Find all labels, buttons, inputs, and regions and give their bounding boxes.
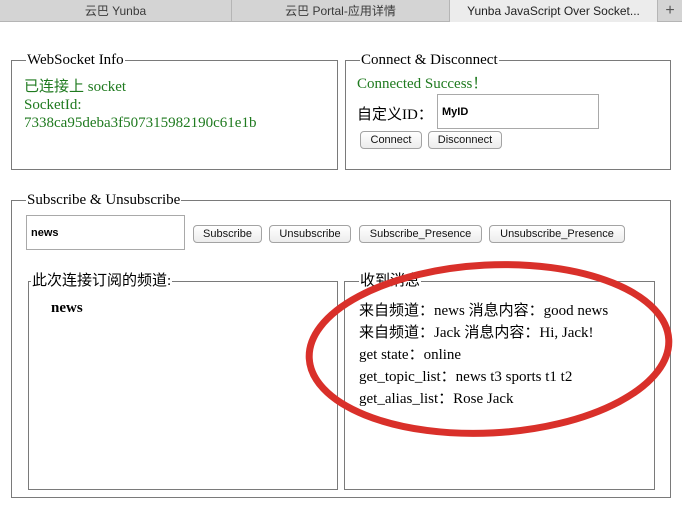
messages-legend: 收到消息 <box>359 272 422 290</box>
websocket-info-legend: WebSocket Info <box>26 51 125 69</box>
topic-input[interactable] <box>26 215 185 250</box>
channel-item: news <box>51 300 83 316</box>
channels-legend: 此次连接订阅的频道: <box>31 272 173 290</box>
channels-panel: 此次连接订阅的频道: news <box>28 272 338 490</box>
tab-yunba-javascript[interactable]: Yunba JavaScript Over Socket... <box>450 0 658 22</box>
message-line: 来自频道：Jack 消息内容：Hi, Jack! <box>359 325 594 341</box>
subscribe-panel: Subscribe & Unsubscribe Subscribe Unsubs… <box>11 191 671 498</box>
disconnect-button[interactable]: Disconnect <box>428 131 502 149</box>
message-line: get_topic_list：news t3 sports t1 t2 <box>359 369 573 385</box>
socket-id-value: 7338ca95deba3f507315982190c61e1b <box>24 115 257 131</box>
unsubscribe-presence-button[interactable]: Unsubscribe_Presence <box>489 225 625 243</box>
custom-id-label: 自定义ID： <box>357 107 433 123</box>
custom-id-input[interactable] <box>437 94 599 129</box>
unsubscribe-button[interactable]: Unsubscribe <box>269 225 351 243</box>
socket-status-text: 已连接上 socket <box>24 79 127 95</box>
subscribe-presence-button[interactable]: Subscribe_Presence <box>359 225 482 243</box>
new-tab-icon[interactable]: + <box>658 0 682 22</box>
tab-yunba-portal[interactable]: 云巴 Portal-应用详情 <box>232 0 450 22</box>
connect-panel: Connect & Disconnect Connected Success！ … <box>345 51 671 170</box>
websocket-info-panel: WebSocket Info 已连接上 socket SocketId: 733… <box>11 51 338 170</box>
connect-status-text: Connected Success！ <box>357 76 488 92</box>
message-line: get_alias_list：Rose Jack <box>359 391 514 407</box>
browser-tab-bar: 云巴 Yunba 云巴 Portal-应用详情 Yunba JavaScript… <box>0 0 682 22</box>
connect-legend: Connect & Disconnect <box>360 51 499 69</box>
connect-button[interactable]: Connect <box>360 131 422 149</box>
tab-yunba[interactable]: 云巴 Yunba <box>0 0 232 22</box>
message-line: get state：online <box>359 347 462 363</box>
subscribe-legend: Subscribe & Unsubscribe <box>26 191 182 209</box>
socket-id-label: SocketId: <box>24 97 82 113</box>
message-line: 来自频道：news 消息内容：good news <box>359 303 609 319</box>
subscribe-button[interactable]: Subscribe <box>193 225 262 243</box>
messages-panel: 收到消息 来自频道：news 消息内容：good news 来自频道：Jack … <box>344 272 655 490</box>
